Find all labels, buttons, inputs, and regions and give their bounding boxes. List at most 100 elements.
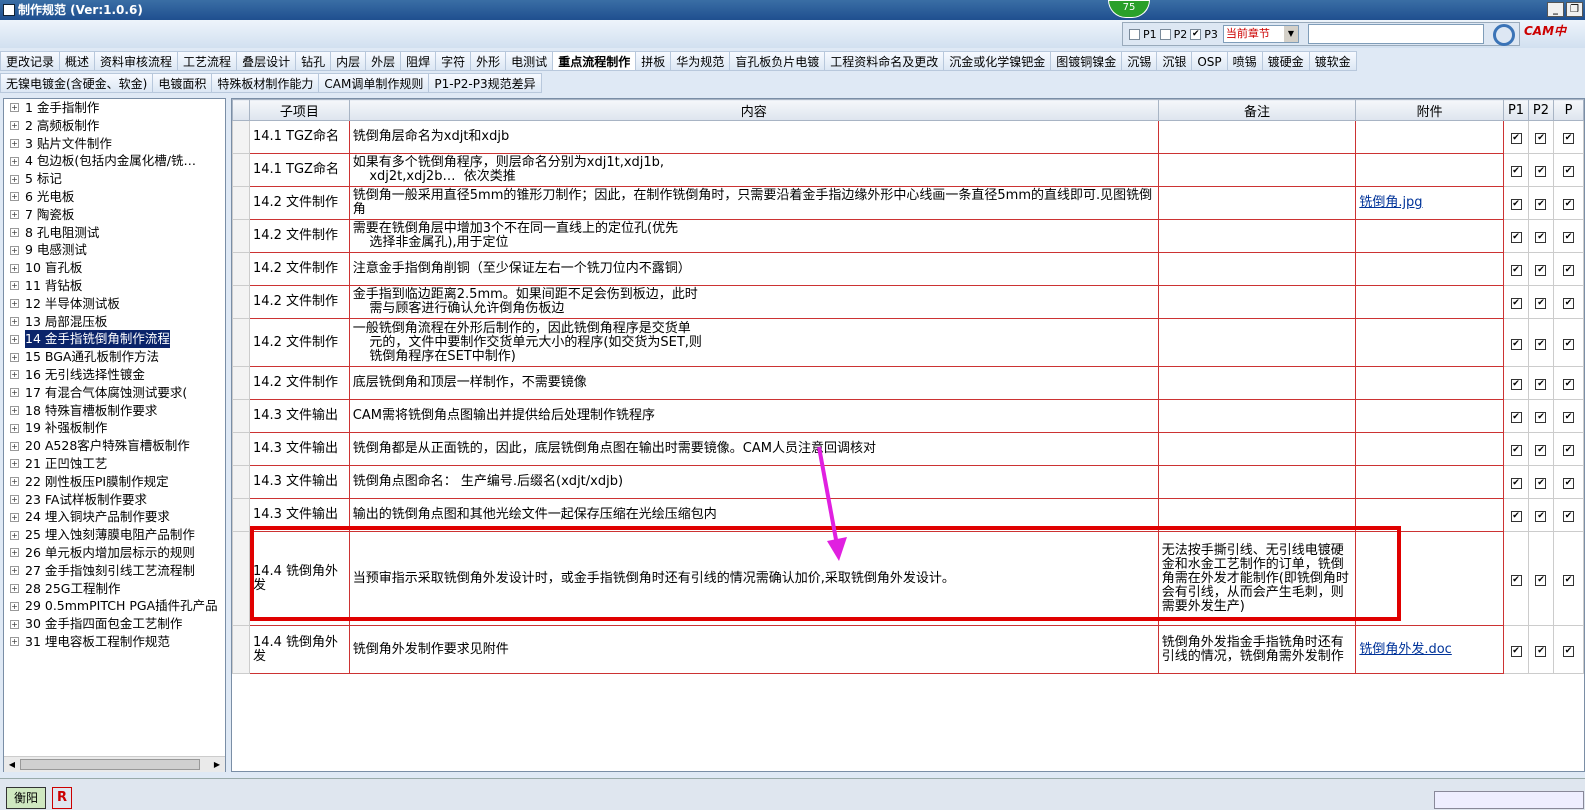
- table-row[interactable]: 14.2 文件制作 底层铣倒角和顶层一样制作，不需要镜像 ✔ ✔ ✔: [232, 366, 1584, 400]
- p3-checkbox[interactable]: ✔: [1562, 232, 1574, 243]
- p1-checkbox[interactable]: ✔: [1510, 338, 1522, 350]
- table-row[interactable]: 14.2 文件制作 注意金手指倒角削铜（至少保证左右一个铣刀位内不露铜） ✔ ✔ ✔: [232, 252, 1584, 286]
- scope-select[interactable]: 当前章节 ▼: [1222, 25, 1299, 43]
- tree-node[interactable]: +14 金手指铣倒角制作流程: [4, 330, 225, 349]
- p1-checkbox[interactable]: ✔: [1510, 166, 1522, 177]
- expand-icon[interactable]: +: [10, 299, 19, 309]
- tab-tabs_row2-0[interactable]: 无镍电镀金(含硬金、软金): [0, 73, 154, 93]
- tree-node[interactable]: +1 金手指制作: [4, 99, 225, 117]
- expand-icon[interactable]: +: [10, 423, 19, 433]
- tab-tabs_row1-4[interactable]: 叠层设计: [236, 51, 297, 71]
- p1-checkbox[interactable]: ✔: [1510, 645, 1522, 657]
- minimize-button[interactable]: _: [1547, 2, 1564, 17]
- p1-checkbox[interactable]: [1129, 28, 1140, 40]
- row-header-cell[interactable]: [232, 465, 250, 499]
- p2-checkbox[interactable]: ✔: [1535, 298, 1547, 309]
- p3-checkbox[interactable]: ✔: [1562, 166, 1574, 177]
- tab-tabs_row1-19[interactable]: 沉锡: [1121, 51, 1158, 71]
- tab-tabs_row1-11[interactable]: 电测试: [505, 51, 554, 71]
- tree-node[interactable]: +10 盲孔板: [4, 259, 225, 277]
- p1-checkbox[interactable]: ✔: [1510, 412, 1522, 423]
- p3-checkbox[interactable]: ✔: [1562, 199, 1574, 210]
- p2-checkbox[interactable]: ✔: [1535, 166, 1547, 177]
- expand-icon[interactable]: +: [10, 459, 19, 469]
- p3-checkbox[interactable]: ✔: [1562, 645, 1574, 657]
- column-header[interactable]: P: [1552, 99, 1584, 121]
- expand-icon[interactable]: +: [10, 388, 19, 398]
- expand-icon[interactable]: +: [10, 316, 19, 326]
- p1-checkbox[interactable]: ✔: [1510, 265, 1522, 276]
- scrollbar-thumb[interactable]: [20, 759, 200, 770]
- p3-checkbox[interactable]: ✔: [1562, 265, 1574, 276]
- tab-tabs_row2-1[interactable]: 电镀面积: [152, 73, 213, 93]
- tree-node[interactable]: +2 高频板制作: [4, 117, 225, 135]
- tree-node[interactable]: +27 金手指蚀刻引线工艺流程制: [4, 562, 225, 580]
- tab-tabs_row1-17[interactable]: 沉金或化学镍钯金: [943, 51, 1052, 71]
- p2-checkbox[interactable]: ✔: [1535, 133, 1547, 144]
- tree-node[interactable]: +21 正凹蚀工艺: [4, 455, 225, 473]
- expand-icon[interactable]: +: [10, 156, 19, 166]
- p3-checkbox[interactable]: ✔: [1562, 298, 1574, 309]
- tree-node[interactable]: +26 单元板内增加层标示的规则: [4, 544, 225, 562]
- row-header-cell[interactable]: [232, 318, 250, 367]
- tree-node[interactable]: +24 埋入铜块产品制作要求: [4, 508, 225, 526]
- tree-node[interactable]: +8 孔电阻测试: [4, 224, 225, 242]
- row-header-cell[interactable]: [232, 252, 250, 286]
- table-row[interactable]: 14.3 文件输出 铣倒角都是从正面铣的，因此，底层铣倒角点图在输出时需要镜像。C…: [232, 432, 1584, 466]
- row-header-cell[interactable]: [232, 498, 250, 532]
- p1-checkbox[interactable]: ✔: [1510, 478, 1522, 489]
- tab-tabs_row1-5[interactable]: 钻孔: [295, 51, 332, 71]
- tree-node[interactable]: +15 BGA通孔板制作方法: [4, 348, 225, 366]
- attachment-link[interactable]: 铣倒角外发.doc: [1359, 642, 1452, 657]
- expand-icon[interactable]: +: [10, 210, 19, 220]
- expand-icon[interactable]: +: [10, 103, 19, 113]
- p2-checkbox[interactable]: ✔: [1535, 478, 1547, 489]
- expand-icon[interactable]: +: [10, 601, 19, 611]
- tree-node[interactable]: +19 补强板制作: [4, 419, 225, 437]
- tab-tabs_row1-22[interactable]: 喷锡: [1226, 51, 1263, 71]
- tab-tabs_row1-15[interactable]: 盲孔板负片电镀: [729, 51, 826, 71]
- tree-node[interactable]: +6 光电板: [4, 188, 225, 206]
- tab-tabs_row1-13[interactable]: 拼板: [635, 51, 672, 71]
- tree-node[interactable]: +5 标记: [4, 170, 225, 188]
- tab-tabs_row1-2[interactable]: 资料审核流程: [94, 51, 179, 71]
- expand-icon[interactable]: +: [10, 405, 19, 415]
- tab-tabs_row1-14[interactable]: 华为规范: [670, 51, 731, 71]
- row-header-cell[interactable]: [232, 186, 250, 220]
- row-header-cell[interactable]: [232, 219, 250, 253]
- expand-icon[interactable]: +: [10, 494, 19, 504]
- expand-icon[interactable]: +: [10, 138, 19, 148]
- tree-node[interactable]: +25 埋入蚀刻薄膜电阻产品制作: [4, 526, 225, 544]
- p3-checkbox[interactable]: ✔: [1562, 338, 1574, 350]
- tab-tabs_row1-0[interactable]: 更改记录: [0, 51, 61, 71]
- tree-node[interactable]: +29 0.5mmPITCH PGA插件孔产品: [4, 597, 225, 615]
- tree-node[interactable]: +31 埋电容板工程制作规范: [4, 633, 225, 651]
- expand-icon[interactable]: +: [10, 441, 19, 451]
- column-header[interactable]: 备注: [1157, 99, 1357, 121]
- p3-checkbox[interactable]: ✔: [1562, 133, 1574, 144]
- p1-checkbox[interactable]: ✔: [1510, 133, 1522, 144]
- tab-tabs_row2-2[interactable]: 特殊板材制作能力: [211, 73, 320, 93]
- p3-checkbox[interactable]: ✔: [1562, 478, 1574, 489]
- expand-icon[interactable]: +: [10, 583, 19, 593]
- tree-node[interactable]: +3 贴片文件制作: [4, 135, 225, 153]
- tree-node[interactable]: +20 A528客户特殊盲槽板制作: [4, 437, 225, 455]
- tree-node[interactable]: +18 特殊盲槽板制作要求: [4, 402, 225, 420]
- restore-button[interactable]: ❐: [1566, 2, 1583, 17]
- table-row[interactable]: 14.4 铣倒角外发 铣倒角外发制作要求见附件 铣倒角外发指金手指铣角时还有引线的情…: [232, 625, 1584, 674]
- p3-checkbox[interactable]: ✔: [1562, 574, 1574, 586]
- expand-icon[interactable]: +: [10, 619, 19, 629]
- p1-checkbox[interactable]: ✔: [1510, 298, 1522, 309]
- tab-tabs_row1-7[interactable]: 外层: [365, 51, 402, 71]
- search-icon[interactable]: [1493, 24, 1515, 46]
- tab-tabs_row1-21[interactable]: OSP: [1191, 51, 1228, 71]
- expand-icon[interactable]: +: [10, 281, 19, 291]
- expand-icon[interactable]: +: [10, 121, 19, 131]
- expand-icon[interactable]: +: [10, 637, 19, 647]
- tab-tabs_row1-6[interactable]: 内层: [330, 51, 367, 71]
- p3-checkbox[interactable]: ✔: [1190, 28, 1202, 40]
- tree-node[interactable]: +16 无引线选择性镀金: [4, 366, 225, 384]
- p2-checkbox[interactable]: ✔: [1535, 379, 1547, 390]
- table-row[interactable]: 14.1 TGZ命名 如果有多个铣倒角程序，则层命名分别为xdj1t,xdj1b,…: [232, 153, 1584, 187]
- tree-node[interactable]: +4 包边板(包括内金属化槽/铣…: [4, 152, 225, 170]
